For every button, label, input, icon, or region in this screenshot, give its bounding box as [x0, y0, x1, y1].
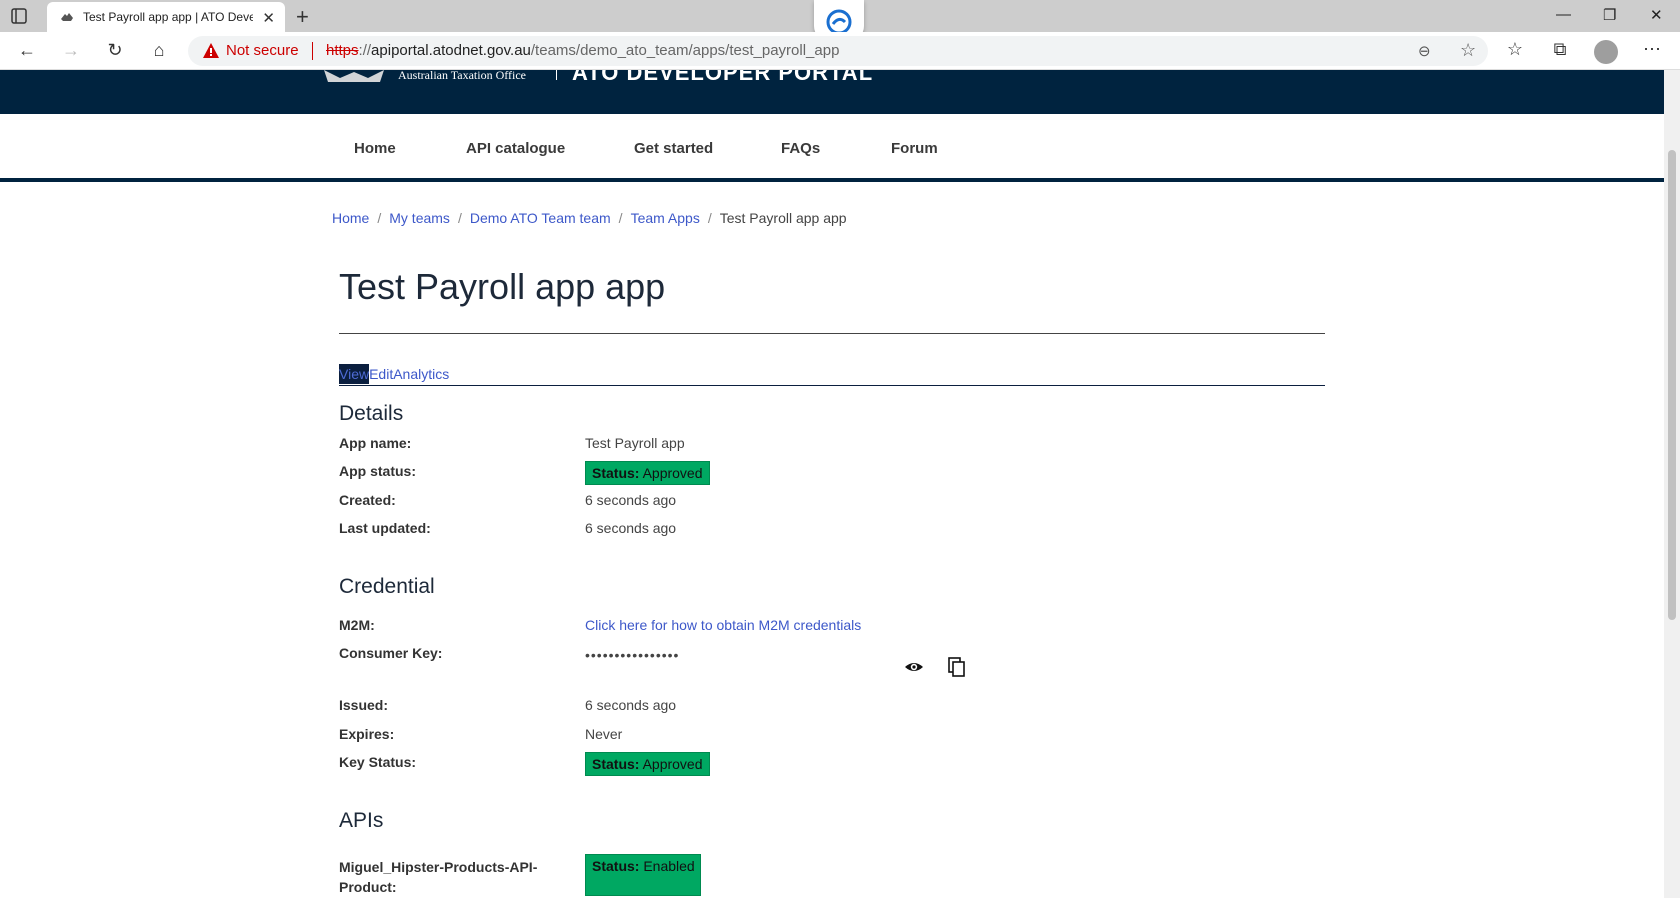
breadcrumb: Home / My teams / Demo ATO Team team / Team Ap… [332, 210, 847, 226]
scrollbar-thumb[interactable] [1668, 150, 1676, 620]
tab-title: Test Payroll app app | ATO Devel [83, 10, 253, 24]
more-menu-icon[interactable]: ⋯ [1640, 39, 1664, 63]
status-prefix: Status: [592, 465, 640, 481]
browser-toolbar: ← → ↻ ⌂ Not secure https://apiportal.ato… [0, 32, 1680, 70]
nav-get-started[interactable]: Get started [634, 140, 713, 157]
nav-api-catalogue[interactable]: API catalogue [466, 140, 565, 157]
url-scheme-sep: :// [358, 42, 372, 59]
nav-forum[interactable]: Forum [891, 140, 938, 157]
copy-key-icon[interactable] [946, 656, 968, 678]
api-status-value: Enabled [643, 858, 695, 874]
window-close-icon[interactable]: ✕ [1650, 6, 1663, 24]
title-divider [339, 333, 1325, 334]
expires-value: Never [585, 726, 623, 742]
m2m-label: M2M: [339, 617, 375, 633]
browser-tab-active[interactable]: Test Payroll app app | ATO Devel ✕ [47, 2, 285, 32]
breadcrumb-separator: / [707, 210, 712, 226]
key-status-badge: Status: Approved [585, 752, 710, 776]
show-key-eye-icon[interactable] [903, 656, 925, 678]
collections-icon[interactable]: ⧉ [1548, 39, 1572, 63]
address-bar[interactable]: Not secure https://apiportal.atodnet.gov… [188, 36, 1488, 66]
nav-home[interactable]: Home [354, 140, 396, 157]
tabs-divider [339, 385, 1325, 386]
browser-tab-bar: Test Payroll app app | ATO Devel ✕ + — ❐… [0, 0, 1680, 42]
back-icon[interactable]: ← [16, 40, 38, 62]
url-text[interactable]: https://apiportal.atodnet.gov.au/teams/d… [326, 42, 839, 59]
tab-edit[interactable]: Edit [369, 366, 393, 382]
consumer-key-masked: •••••••••••••••• [585, 647, 680, 663]
address-separator [312, 42, 313, 60]
app-status-value: Approved [642, 465, 703, 481]
url-path: /teams/demo_ato_team/apps/test_payroll_a… [530, 42, 840, 59]
site-header: Australian Taxation Office ATO DEVELOPER… [0, 70, 1664, 114]
breadcrumb-current: Test Payroll app app [719, 210, 847, 226]
page-title: Test Payroll app app [339, 266, 666, 307]
breadcrumb-my-teams[interactable]: My teams [389, 210, 450, 226]
home-icon[interactable]: ⌂ [148, 40, 170, 62]
tab-actions-icon[interactable] [10, 7, 28, 25]
zoom-icon[interactable]: ⊖ [1418, 42, 1431, 60]
issued-label: Issued: [339, 697, 389, 713]
warning-icon [203, 43, 219, 58]
main-nav: Home API catalogue Get started FAQs Foru… [0, 114, 1664, 182]
expires-label: Expires: [339, 726, 395, 742]
forward-icon[interactable]: → [60, 40, 82, 62]
api-product-label-line1: Miguel_Hipster-Products-API- [339, 859, 538, 875]
api-product-label-line2: Product: [339, 879, 397, 895]
ato-crest-logo [324, 70, 384, 82]
breadcrumb-separator: / [618, 210, 623, 226]
details-heading: Details [339, 402, 404, 425]
api-product-label: Miguel_Hipster-Products-API- Product: [339, 857, 537, 897]
site-name: ATO DEVELOPER PORTAL [572, 70, 874, 85]
nav-faqs[interactable]: FAQs [781, 140, 820, 157]
app-status-badge: Status: Approved [585, 461, 710, 485]
credential-heading: Credential [339, 575, 435, 598]
restore-icon[interactable]: ❐ [1603, 6, 1616, 24]
profile-avatar[interactable] [1594, 40, 1618, 64]
url-scheme: https [326, 42, 359, 59]
m2m-credentials-link[interactable]: Click here for how to obtain M2M credent… [585, 617, 861, 633]
app-status-label: App status: [339, 463, 416, 479]
tab-close-icon[interactable]: ✕ [262, 9, 275, 27]
app-name-value: Test Payroll app [585, 435, 685, 451]
tab-view[interactable]: View [339, 364, 370, 384]
apis-heading: APIs [339, 809, 384, 832]
url-host: apiportal.atodnet.gov.au [371, 42, 531, 59]
local-tabs: ViewEditAnalytics [339, 364, 449, 384]
minimize-icon[interactable]: — [1556, 6, 1571, 23]
issued-value: 6 seconds ago [585, 697, 677, 713]
updated-value: 6 seconds ago [585, 520, 677, 536]
breadcrumb-separator: / [457, 210, 462, 226]
tab-analytics[interactable]: Analytics [393, 366, 449, 382]
created-value: 6 seconds ago [585, 492, 677, 508]
header-divider [556, 70, 557, 80]
key-status-label: Key Status: [339, 754, 417, 770]
security-label[interactable]: Not secure [226, 42, 299, 59]
breadcrumb-team[interactable]: Demo ATO Team team [470, 210, 611, 226]
favorites-icon[interactable]: ☆ [1503, 39, 1527, 63]
status-prefix: Status: [592, 756, 640, 772]
consumer-key-label: Consumer Key: [339, 645, 443, 661]
api-status-badge: Status: Enabled [585, 854, 701, 896]
new-tab-icon[interactable]: + [296, 4, 309, 30]
updated-label: Last updated: [339, 520, 431, 536]
created-label: Created: [339, 492, 396, 508]
breadcrumb-separator: / [377, 210, 382, 226]
page-scrollbar[interactable] [1664, 70, 1680, 898]
app-name-label: App name: [339, 435, 412, 451]
ato-crest-favicon-icon [61, 13, 73, 21]
key-status-value: Approved [642, 756, 703, 772]
breadcrumb-team-apps[interactable]: Team Apps [631, 210, 700, 226]
org-name: Australian Taxation Office [398, 70, 527, 82]
status-prefix: Status: [592, 858, 640, 874]
breadcrumb-home[interactable]: Home [332, 210, 369, 226]
page-viewport: Australian Taxation Office ATO DEVELOPER… [0, 70, 1664, 898]
reload-icon[interactable]: ↻ [104, 40, 126, 62]
add-favorite-icon[interactable]: ☆ [1460, 40, 1476, 61]
